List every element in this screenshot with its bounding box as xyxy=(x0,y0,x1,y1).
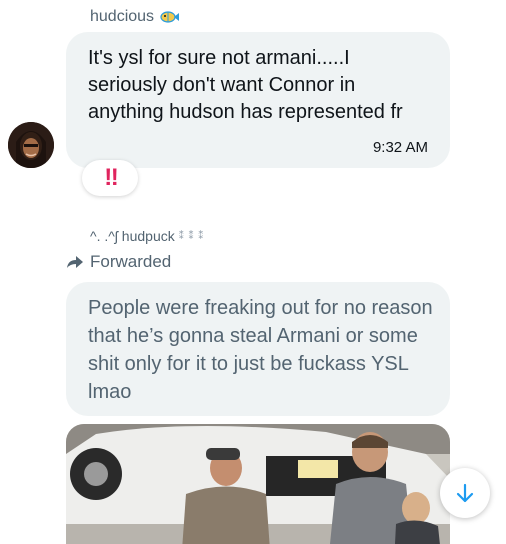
avatar-image xyxy=(8,122,54,168)
scroll-to-bottom-button[interactable] xyxy=(440,468,490,518)
fish-icon xyxy=(160,11,180,23)
sender-name-text: ^. .^ʃ hudpuck xyxy=(90,228,175,244)
message-text: People were freaking out for no reason t… xyxy=(88,297,433,403)
forward-arrow-icon xyxy=(67,256,83,268)
sender-decoration: ⁑ ⁑ ⁑ xyxy=(178,230,205,242)
reaction-badge[interactable]: ‼ xyxy=(82,160,138,196)
forwarded-text: Forwarded xyxy=(90,252,172,271)
message-bubble[interactable]: It's ysl for sure not armani.....I serio… xyxy=(66,32,450,168)
message-sender-name: hudcious xyxy=(90,8,180,26)
arrow-down-icon xyxy=(456,483,474,503)
message-timestamp: 9:32 AM xyxy=(372,139,428,156)
forwarded-message-bubble[interactable]: People were freaking out for no reason t… xyxy=(66,282,450,416)
forwarded-label: Forwarded xyxy=(66,252,171,272)
photo-attachment[interactable] xyxy=(66,424,450,544)
message-text: It's ysl for sure not armani.....I serio… xyxy=(88,47,403,123)
sender-name-text: hudcious xyxy=(90,8,155,25)
photo-image xyxy=(66,424,450,544)
message-sender-name: ^. .^ʃ hudpuck ⁑ ⁑ ⁑ xyxy=(90,228,204,244)
avatar[interactable] xyxy=(8,122,54,168)
double-exclamation-icon: ‼ xyxy=(104,164,118,191)
